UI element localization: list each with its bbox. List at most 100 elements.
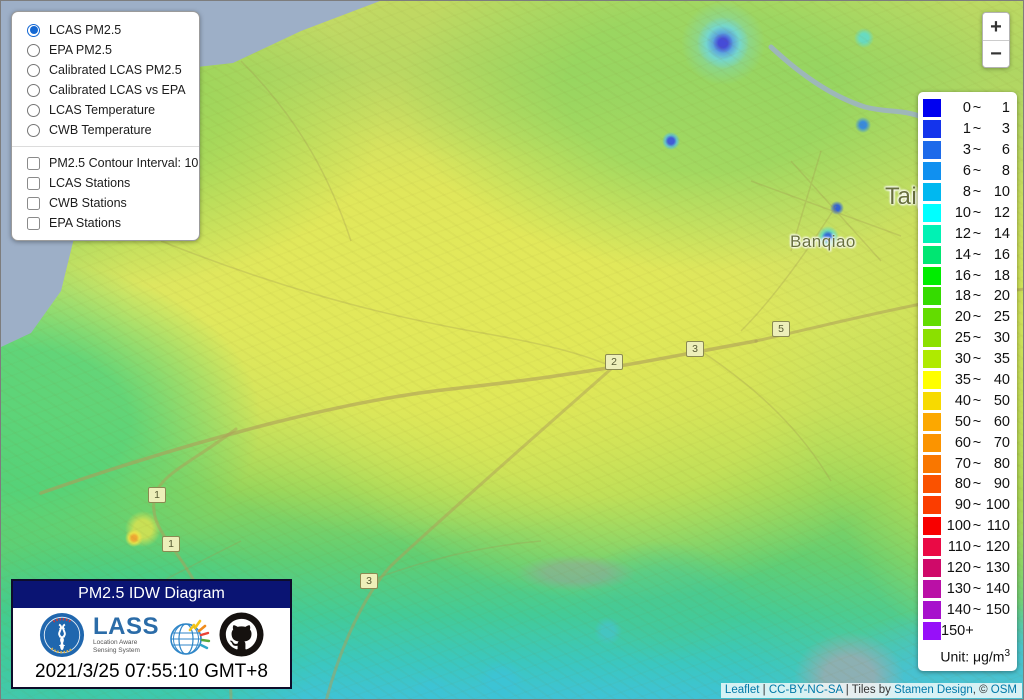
legend-range-high: 35	[983, 351, 1012, 367]
legend-row: 130 ~ 140	[923, 578, 1012, 599]
radio-label: LCAS Temperature	[49, 103, 155, 117]
layer-radio-option[interactable]: Calibrated LCAS PM2.5	[23, 60, 189, 80]
radio-label: CWB Temperature	[49, 123, 152, 137]
legend-row: 110 ~ 120	[923, 537, 1012, 558]
radio-icon[interactable]	[27, 44, 40, 57]
radio-icon[interactable]	[27, 84, 40, 97]
legend-range-separator: ~	[971, 163, 983, 179]
legend-range-high: 20	[983, 288, 1012, 304]
legend-range-high: 8	[983, 163, 1012, 179]
legend-row: 30 ~ 35	[923, 349, 1012, 370]
panel-divider	[12, 146, 199, 147]
legend-color-swatch	[923, 246, 941, 264]
checkbox-icon[interactable]	[27, 157, 40, 170]
lass-logo[interactable]: LASS Location Aware Sensing System	[93, 615, 159, 655]
legend-color-swatch	[923, 350, 941, 368]
radio-icon[interactable]	[27, 64, 40, 77]
legend-range-low: 50	[941, 414, 971, 430]
legend-row: 12 ~ 14	[923, 223, 1012, 244]
legend-range-high: 25	[983, 309, 1012, 325]
radio-icon[interactable]	[27, 104, 40, 117]
radio-icon[interactable]	[27, 124, 40, 137]
pm25-legend: 0 ~ 1 1 ~ 3 3 ~ 6	[918, 92, 1017, 671]
legend-range-high: 12	[983, 205, 1012, 221]
radio-icon[interactable]	[27, 24, 40, 37]
legend-range-low: 6	[941, 163, 971, 179]
radio-label: Calibrated LCAS PM2.5	[49, 63, 182, 77]
legend-range-low: 130	[941, 581, 971, 597]
legend-range-separator: ~	[971, 539, 983, 555]
legend-range-low: 20	[941, 309, 971, 325]
legend-range-low: 150+	[941, 623, 971, 639]
legend-color-swatch	[923, 496, 941, 514]
layer-radio-option[interactable]: LCAS PM2.5	[23, 20, 189, 40]
road-shield: 3	[686, 341, 704, 357]
legend-range-separator: ~	[971, 288, 983, 304]
layer-radio-option[interactable]: LCAS Temperature	[23, 100, 189, 120]
legend-row: 10 ~ 12	[923, 202, 1012, 223]
timestamp: 2021/3/25 07:55:10 GMT+8	[13, 661, 290, 687]
layer-radio-option[interactable]: CWB Temperature	[23, 120, 189, 140]
zoom-control: + −	[982, 12, 1010, 68]
attribution-separator: |	[759, 684, 768, 696]
layer-radio-group: LCAS PM2.5 EPA PM2.5 Calibrated LCAS PM2…	[23, 20, 189, 140]
legend-range-low: 1	[941, 121, 971, 137]
legend-color-swatch	[923, 204, 941, 222]
zoom-in-button[interactable]: +	[983, 13, 1009, 40]
layer-radio-option[interactable]: Calibrated LCAS vs EPA	[23, 80, 189, 100]
layer-control-panel: LCAS PM2.5 EPA PM2.5 Calibrated LCAS PM2…	[11, 11, 200, 241]
legend-range-low: 25	[941, 330, 971, 346]
license-link[interactable]: CC-BY-NC-SA	[769, 684, 843, 696]
overlay-checkbox-group: PM2.5 Contour Interval: 10 LCAS Stations…	[23, 153, 189, 233]
legend-row: 40 ~ 50	[923, 390, 1012, 411]
legend-range-separator: ~	[971, 330, 983, 346]
legend-range-separator: ~	[971, 581, 983, 597]
overlay-checkbox-option[interactable]: CWB Stations	[23, 193, 189, 213]
overlay-checkbox-option[interactable]: LCAS Stations	[23, 173, 189, 193]
checkbox-label: PM2.5 Contour Interval: 10	[49, 156, 198, 170]
legend-range-low: 110	[941, 539, 971, 555]
leaflet-link[interactable]: Leaflet	[725, 684, 760, 696]
legend-row: 14 ~ 16	[923, 244, 1012, 265]
checkbox-label: CWB Stations	[49, 196, 127, 210]
legend-range-separator: ~	[971, 456, 983, 472]
legend-color-swatch	[923, 413, 941, 431]
road-shield: 2	[605, 354, 623, 370]
legend-rows: 0 ~ 1 1 ~ 3 3 ~ 6	[923, 98, 1012, 641]
legend-row: 80 ~ 90	[923, 474, 1012, 495]
legend-range-high: 140	[983, 581, 1012, 597]
attribution-separator2: , ©	[973, 684, 991, 696]
legend-row: 20 ~ 25	[923, 307, 1012, 328]
stamen-link[interactable]: Stamen Design	[894, 684, 973, 696]
legend-range-low: 10	[941, 205, 971, 221]
legend-range-separator: ~	[971, 309, 983, 325]
overlay-checkbox-option[interactable]: EPA Stations	[23, 213, 189, 233]
legend-color-swatch	[923, 622, 941, 640]
overlay-checkbox-option[interactable]: PM2.5 Contour Interval: 10	[23, 153, 189, 173]
legend-range-low: 100	[941, 518, 971, 534]
road-shield: 5	[772, 321, 790, 337]
academia-sinica-logo[interactable]	[39, 612, 85, 658]
legend-row: 120 ~ 130	[923, 558, 1012, 579]
radio-label: Calibrated LCAS vs EPA	[49, 83, 186, 97]
legend-range-high: 30	[983, 330, 1012, 346]
legend-range-separator: ~	[971, 226, 983, 242]
legend-range-low: 18	[941, 288, 971, 304]
legend-color-swatch	[923, 120, 941, 138]
legend-range-high: 10	[983, 184, 1012, 200]
attribution-tiles-by: | Tiles by	[843, 684, 895, 696]
legend-range-low: 120	[941, 560, 971, 576]
zoom-out-button[interactable]: −	[983, 40, 1009, 67]
globe-logo[interactable]	[167, 612, 211, 658]
legend-row: 18 ~ 20	[923, 286, 1012, 307]
legend-row: 140 ~ 150	[923, 599, 1012, 620]
checkbox-icon[interactable]	[27, 197, 40, 210]
legend-range-low: 40	[941, 393, 971, 409]
checkbox-icon[interactable]	[27, 177, 40, 190]
osm-link[interactable]: OSM	[991, 684, 1017, 696]
checkbox-icon[interactable]	[27, 217, 40, 230]
layer-radio-option[interactable]: EPA PM2.5	[23, 40, 189, 60]
legend-range-high: 6	[983, 142, 1012, 158]
legend-color-swatch	[923, 225, 941, 243]
github-logo[interactable]	[219, 612, 264, 657]
